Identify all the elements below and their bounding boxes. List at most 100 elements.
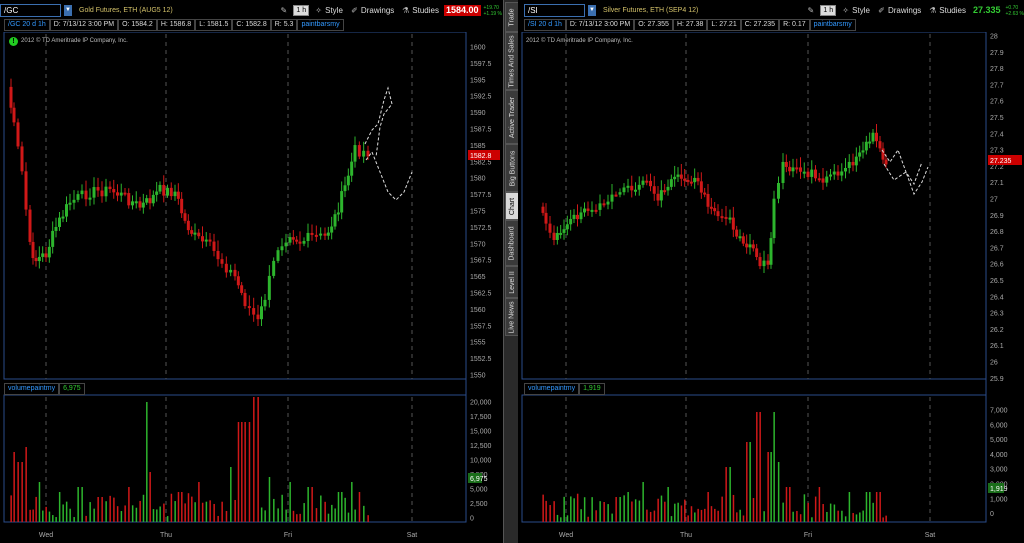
volume-tick-label: 20,000 — [470, 400, 492, 407]
aggregation-selector[interactable]: 1 h — [293, 5, 310, 16]
candle-body — [683, 178, 687, 181]
volume-bar — [634, 499, 637, 522]
price-tick-label: 1557.5 — [470, 323, 492, 330]
volume-bar — [285, 509, 287, 522]
volume-bar — [81, 487, 83, 522]
candle-body — [134, 201, 138, 204]
volume-bar — [653, 510, 656, 522]
volume-bar — [264, 510, 266, 522]
info-open: O: 1584.2 — [118, 19, 157, 31]
symbol-dropdown-icon[interactable]: ▼ — [64, 5, 72, 16]
volume-bar — [142, 494, 145, 522]
copyright-text: 2012 © TD Ameritrade IP Company, Inc. — [526, 38, 633, 44]
info-study[interactable]: paintbarsmy — [809, 19, 856, 31]
candle-body — [340, 191, 344, 213]
volume-tag-label: 6,975 — [470, 476, 488, 483]
volume-bar — [334, 508, 336, 522]
candle-body — [630, 185, 634, 191]
volume-bar — [221, 501, 223, 522]
volume-bar — [77, 487, 79, 522]
candle-body — [272, 260, 276, 276]
candle-body — [562, 229, 566, 233]
volume-bar — [814, 496, 817, 522]
symbol-dropdown-icon[interactable]: ▼ — [588, 5, 596, 16]
volume-bar — [213, 503, 215, 522]
volume-bar — [687, 515, 689, 522]
style-button[interactable]: ✧ Style — [839, 6, 872, 15]
price-tick-label: 26.2 — [990, 327, 1004, 334]
candle-body — [284, 242, 288, 247]
volume-study-name[interactable]: volumepaintmy — [524, 383, 580, 395]
volume-bar — [670, 516, 673, 522]
volume-bar — [841, 510, 843, 522]
volume-bar — [347, 512, 350, 522]
candle-body — [54, 226, 58, 231]
symbol-input[interactable]: /GC — [0, 4, 61, 17]
gold-price-chart[interactable]: Wed Thu Fri Sat 1600 1597.5 1595 1592.5 1590 1587… — [0, 32, 502, 543]
candle-body — [119, 192, 123, 196]
candle-body — [875, 132, 878, 142]
volume-bar — [542, 494, 544, 522]
silver-price-chart[interactable]: Wed Thu Fri Sat 28 27.9 27.8 27.7 27.6 27.5 27.4 27… — [518, 32, 1024, 543]
candle-body — [9, 86, 13, 108]
candle-body — [28, 209, 32, 242]
candle-body — [788, 166, 792, 172]
aggregation-selector[interactable]: 1 h — [820, 5, 837, 16]
volume-bar — [875, 492, 878, 522]
volume-bar — [253, 397, 255, 522]
volume-study-header: volumepaintmy 6,975 — [4, 383, 85, 395]
candle-body — [724, 216, 728, 219]
price-tick-label: 28 — [990, 34, 998, 41]
studies-button[interactable]: ⚗ Studies — [926, 6, 968, 15]
volume-bar — [833, 504, 836, 522]
volume-bar — [367, 515, 369, 522]
symbol-input[interactable]: /SI — [524, 4, 585, 17]
volume-bar — [52, 515, 54, 522]
last-price-tag-label: 27.235 — [990, 158, 1012, 165]
alert-icon[interactable]: ! — [9, 37, 18, 46]
candle-body — [565, 224, 569, 230]
settings-button[interactable]: ✎ — [804, 6, 817, 15]
candle-body — [343, 185, 347, 192]
price-tick-label: 1570 — [470, 241, 486, 248]
volume-bar — [603, 501, 605, 522]
studies-button[interactable]: ⚗ Studies — [399, 6, 441, 15]
price-tick-label: 26.5 — [990, 278, 1004, 285]
candle-body — [267, 275, 271, 300]
candle-body — [252, 308, 256, 315]
volume-tick-label: 10,000 — [470, 458, 492, 465]
volume-bar — [21, 462, 23, 522]
volume-bar — [184, 503, 186, 522]
symbol-description: Gold Futures, ETH (AUG5 12) — [79, 7, 173, 14]
volume-bar — [556, 514, 559, 522]
volume-bar — [237, 422, 240, 522]
price-tick-label: 1587.5 — [470, 127, 492, 134]
tab-chart-label: Chart — [509, 197, 516, 215]
volume-bar — [351, 482, 353, 522]
info-study[interactable]: paintbarsmy — [297, 19, 344, 31]
volume-bar — [163, 503, 165, 522]
price-tick-label: 1592.5 — [470, 94, 492, 101]
candle-body — [116, 192, 119, 196]
volume-bar — [257, 397, 259, 522]
volume-study-name[interactable]: volumepaintmy — [4, 383, 60, 395]
style-button[interactable]: ✧ Style — [312, 6, 345, 15]
price-tick-label: 1555 — [470, 340, 486, 347]
candle-body — [100, 190, 104, 197]
last-price: 1584.00 — [443, 5, 481, 16]
volume-bar — [48, 511, 51, 522]
candle-body — [649, 180, 652, 187]
volume-bar — [230, 467, 232, 522]
last-price-tag-label: 1582.8 — [470, 153, 492, 160]
candle-body — [784, 161, 788, 167]
drawings-button[interactable]: ✐ Drawings — [348, 6, 396, 15]
candle-body — [306, 232, 310, 241]
volume-bar — [803, 494, 806, 522]
candle-body — [569, 218, 573, 225]
volume-bar — [187, 493, 190, 522]
drawings-button[interactable]: ✐ Drawings — [875, 6, 923, 15]
volume-bar — [13, 452, 15, 522]
settings-button[interactable]: ✎ — [277, 6, 290, 15]
quote-info-bar: /SI 20 d 1h D: 7/13/12 3:00 PM O: 27.355… — [524, 19, 856, 31]
volume-bar — [619, 497, 621, 522]
